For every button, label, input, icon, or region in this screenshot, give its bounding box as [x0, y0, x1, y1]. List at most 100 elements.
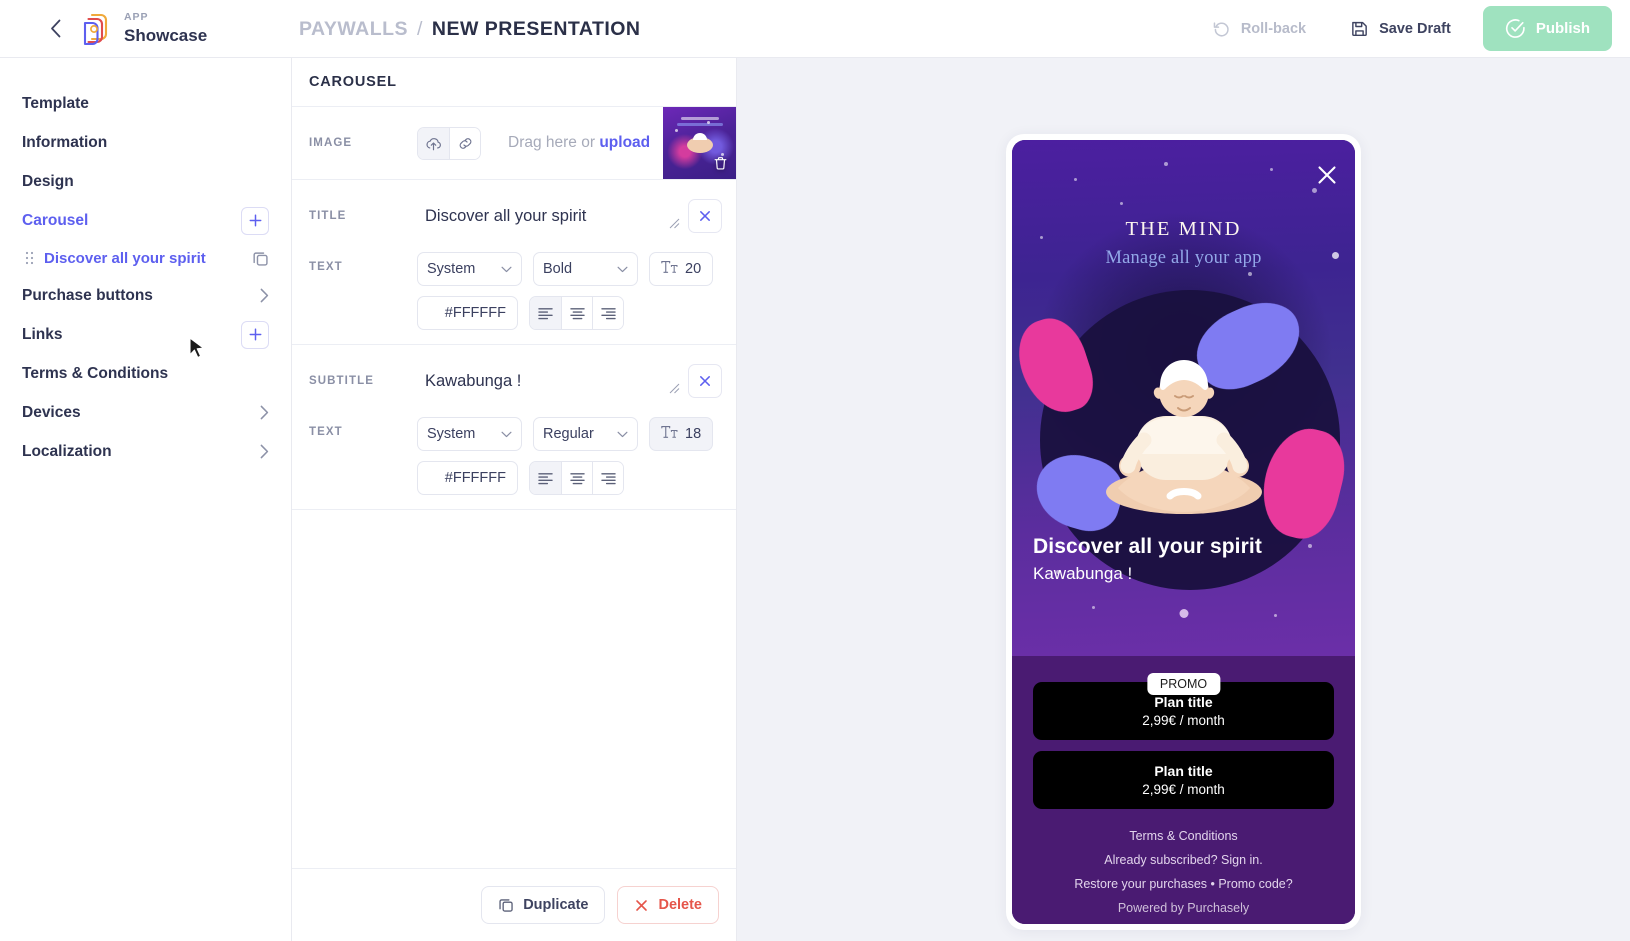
image-row-label: IMAGE — [309, 137, 353, 149]
star — [1120, 202, 1123, 205]
align-right-icon — [600, 307, 616, 319]
align-left-icon — [538, 307, 553, 319]
preview-pane: THE MIND Manage all your app Discover al… — [737, 58, 1630, 941]
add-carousel-button[interactable] — [241, 206, 269, 235]
sidebar-item-template[interactable]: Template — [0, 84, 291, 123]
plan-price: 2,99€ / month — [1142, 713, 1225, 728]
delete-image-button[interactable] — [713, 156, 728, 171]
thumb-star — [707, 121, 710, 124]
delete-button[interactable]: Delete — [617, 886, 719, 924]
top-header: APP Showcase PAYWALLS / NEW PRESENTATION… — [0, 0, 1630, 58]
clear-title-button[interactable] — [688, 199, 722, 233]
duplicate-button[interactable]: Duplicate — [481, 886, 606, 924]
sidebar-item-carousel[interactable]: Carousel — [0, 201, 291, 240]
align-left-icon — [538, 472, 553, 484]
upload-link[interactable]: upload — [599, 134, 650, 151]
title-input[interactable]: Discover all your spirit — [417, 199, 668, 234]
app-logo[interactable] — [80, 12, 110, 46]
subtitle-font-size-input[interactable]: 18 — [649, 417, 714, 451]
plan-card-2[interactable]: Plan title 2,99€ / month — [1033, 751, 1334, 809]
image-row: IMAGE Drag here or upload — [292, 107, 736, 180]
align-right-button[interactable] — [592, 297, 623, 329]
sidebar-item-links[interactable]: Links — [0, 315, 291, 354]
save-draft-button[interactable]: Save Draft — [1336, 10, 1465, 47]
restore-promo-link[interactable]: Restore your purchases • Promo code? — [1033, 877, 1334, 891]
terms-link[interactable]: Terms & Conditions — [1033, 829, 1334, 843]
subtitle-color-input[interactable]: #FFFFFF — [417, 461, 518, 495]
meditating-person-illustration — [1074, 320, 1294, 545]
sidebar-item-terms-conditions[interactable]: Terms & Conditions — [0, 354, 291, 393]
close-icon — [700, 376, 710, 386]
save-icon — [1352, 21, 1367, 37]
subtitle-font-family-select[interactable]: System — [417, 417, 522, 451]
title-color-align-controls: #FFFFFF — [417, 296, 722, 330]
title-font-family-select[interactable]: System — [417, 252, 522, 286]
font-size-glyph — [661, 426, 678, 438]
title-font-weight-select[interactable]: Bold — [533, 252, 638, 286]
chevron-right-icon[interactable] — [260, 444, 269, 459]
align-center-button[interactable] — [561, 297, 592, 329]
drag-hint[interactable]: Drag here or upload — [508, 134, 650, 152]
title-color-input[interactable]: #FFFFFF — [417, 296, 518, 330]
sidebar-item-localization[interactable]: Localization — [0, 432, 291, 471]
image-thumbnail[interactable] — [663, 107, 736, 179]
drag-handle-icon[interactable] — [22, 251, 36, 265]
duplicate-label: Duplicate — [523, 897, 589, 913]
sidebar-item-design[interactable]: Design — [0, 162, 291, 201]
chevron-down-glyph — [501, 266, 512, 272]
sidebar-item-information[interactable]: Information — [0, 123, 291, 162]
align-center-button[interactable] — [561, 462, 592, 494]
resize-grip-icon[interactable] — [668, 216, 680, 234]
chevron-right-glyph — [260, 288, 269, 303]
subtitle-input[interactable]: Kawabunga ! — [417, 364, 668, 399]
breadcrumb-parent[interactable]: PAYWALLS — [299, 18, 408, 41]
chevron-right-icon[interactable] — [260, 405, 269, 420]
drag-dots-glyph — [25, 251, 33, 265]
sidebar-item-purchase-buttons[interactable]: Purchase buttons — [0, 276, 291, 315]
title-align-group — [529, 296, 624, 330]
sidebar-item-discover-all-your-spirit[interactable]: Discover all your spirit — [0, 240, 291, 276]
subtitle-font-weight-select[interactable]: Regular — [533, 417, 638, 451]
duplicate-slide-button[interactable] — [252, 250, 269, 267]
publish-button[interactable]: Publish — [1482, 6, 1612, 51]
main-body: Template Information Design Carousel Dis… — [0, 58, 1630, 941]
sidebar-item-label: Terms & Conditions — [22, 364, 169, 382]
link-source-button[interactable] — [449, 127, 480, 159]
chevron-right-icon[interactable] — [260, 288, 269, 303]
title-font-size-input[interactable]: 20 — [649, 252, 714, 286]
carousel-page-dot[interactable] — [1179, 609, 1188, 618]
app-name: Showcase — [124, 26, 208, 46]
breadcrumb-current: NEW PRESENTATION — [431, 17, 641, 40]
title-font-weight-value: Bold — [543, 261, 573, 277]
font-size-glyph — [661, 261, 678, 273]
app-identity: APP Showcase — [124, 12, 207, 45]
font-size-icon — [661, 425, 678, 443]
upload-source-button[interactable] — [418, 127, 449, 159]
align-left-button[interactable] — [530, 297, 561, 329]
trash-icon — [714, 157, 727, 170]
powered-by-label: Powered by Purchasely — [1117, 901, 1250, 915]
brand-block: THE MIND Manage all your app — [1012, 218, 1355, 269]
back-button[interactable] — [38, 12, 72, 46]
add-link-button[interactable] — [241, 320, 269, 349]
check-circle-icon — [1505, 19, 1525, 38]
header-actions: Roll-back Save Draft Publish — [1198, 0, 1630, 58]
promo-badge: PROMO — [1146, 673, 1221, 695]
clear-subtitle-button[interactable] — [688, 364, 722, 398]
align-left-button[interactable] — [530, 462, 561, 494]
signin-link[interactable]: Already subscribed? Sign in. — [1033, 853, 1334, 867]
resize-grip-icon[interactable] — [668, 381, 680, 399]
brand-subtitle: Manage all your app — [1105, 248, 1262, 268]
plans-section: PROMO Plan title 2,99€ / month Plan titl… — [1012, 656, 1355, 924]
sidebar-item-devices[interactable]: Devices — [0, 393, 291, 432]
thumb-title-bar — [681, 117, 719, 120]
brand-title: THE MIND — [1125, 218, 1242, 240]
title-font-family-value: System — [427, 261, 476, 277]
carousel-hero: THE MIND Manage all your app Discover al… — [1012, 140, 1355, 656]
align-center-icon — [569, 472, 585, 484]
rollback-icon — [1213, 22, 1229, 37]
close-paywall-button[interactable] — [1316, 164, 1338, 191]
rollback-button[interactable]: Roll-back — [1198, 10, 1320, 47]
editor-panel: CAROUSEL IMAGE Drag here or upload TITLE… — [292, 58, 737, 941]
align-right-button[interactable] — [592, 462, 623, 494]
